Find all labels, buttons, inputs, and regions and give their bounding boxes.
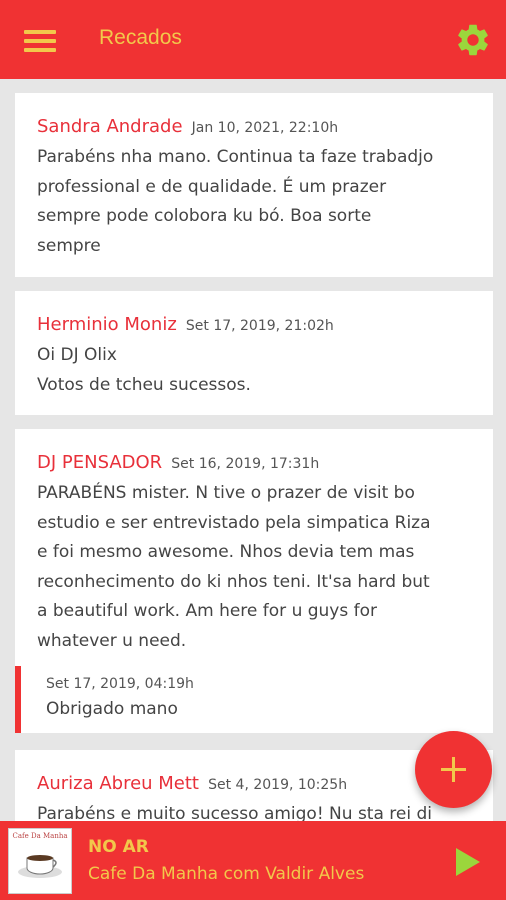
now-playing-bar[interactable]: Cafe Da Manha NO AR Cafe Da Manha com Va… (0, 821, 506, 900)
message-card[interactable]: DJ PENSADOR Set 16, 2019, 17:31h PARABÉN… (15, 429, 493, 669)
on-air-label: NO AR (88, 837, 149, 857)
message-date: Jan 10, 2021, 22:10h (191, 120, 339, 136)
message-text: Oi DJ Olix Votos de tcheu sucessos. (37, 345, 251, 395)
show-cover-image: Cafe Da Manha (8, 828, 72, 894)
message-date: Set 16, 2019, 17:31h (171, 456, 320, 472)
menu-icon[interactable] (24, 30, 56, 52)
message-text: Parabéns e muito sucesso amigo! Nu sta r… (37, 804, 433, 821)
gear-icon[interactable] (454, 21, 492, 59)
add-message-button[interactable] (415, 731, 492, 808)
play-icon[interactable] (454, 846, 482, 878)
message-reply: Set 17, 2019, 04:19h Obrigado mano (15, 666, 493, 733)
coffee-cup-icon (18, 855, 62, 878)
show-title: Cafe Da Manha com Valdir Alves (88, 864, 365, 884)
reply-date: Set 17, 2019, 04:19h (46, 676, 194, 692)
app-bar: Recados (0, 0, 506, 79)
cover-label: Cafe Da Manha (12, 832, 68, 840)
message-author[interactable]: Sandra Andrade (37, 116, 183, 137)
page-title: Recados (99, 26, 182, 49)
message-author[interactable]: DJ PENSADOR (37, 452, 162, 473)
message-text: Parabéns nha mano. Continua ta faze trab… (37, 147, 434, 256)
reply-text: Obrigado mano (46, 699, 178, 719)
messages-feed[interactable]: Sandra Andrade Jan 10, 2021, 22:10h Para… (0, 79, 506, 821)
plus-icon (441, 757, 466, 782)
message-author[interactable]: Auriza Abreu Mett (37, 773, 199, 794)
message-author[interactable]: Herminio Moniz (37, 314, 177, 335)
message-card[interactable]: Sandra Andrade Jan 10, 2021, 22:10h Para… (15, 93, 493, 277)
message-card[interactable]: Herminio Moniz Set 17, 2019, 21:02h Oi D… (15, 291, 493, 415)
message-date: Set 4, 2019, 10:25h (208, 777, 348, 793)
message-text: PARABÉNS mister. N tive o prazer de visi… (37, 483, 431, 651)
message-date: Set 17, 2019, 21:02h (185, 318, 334, 334)
